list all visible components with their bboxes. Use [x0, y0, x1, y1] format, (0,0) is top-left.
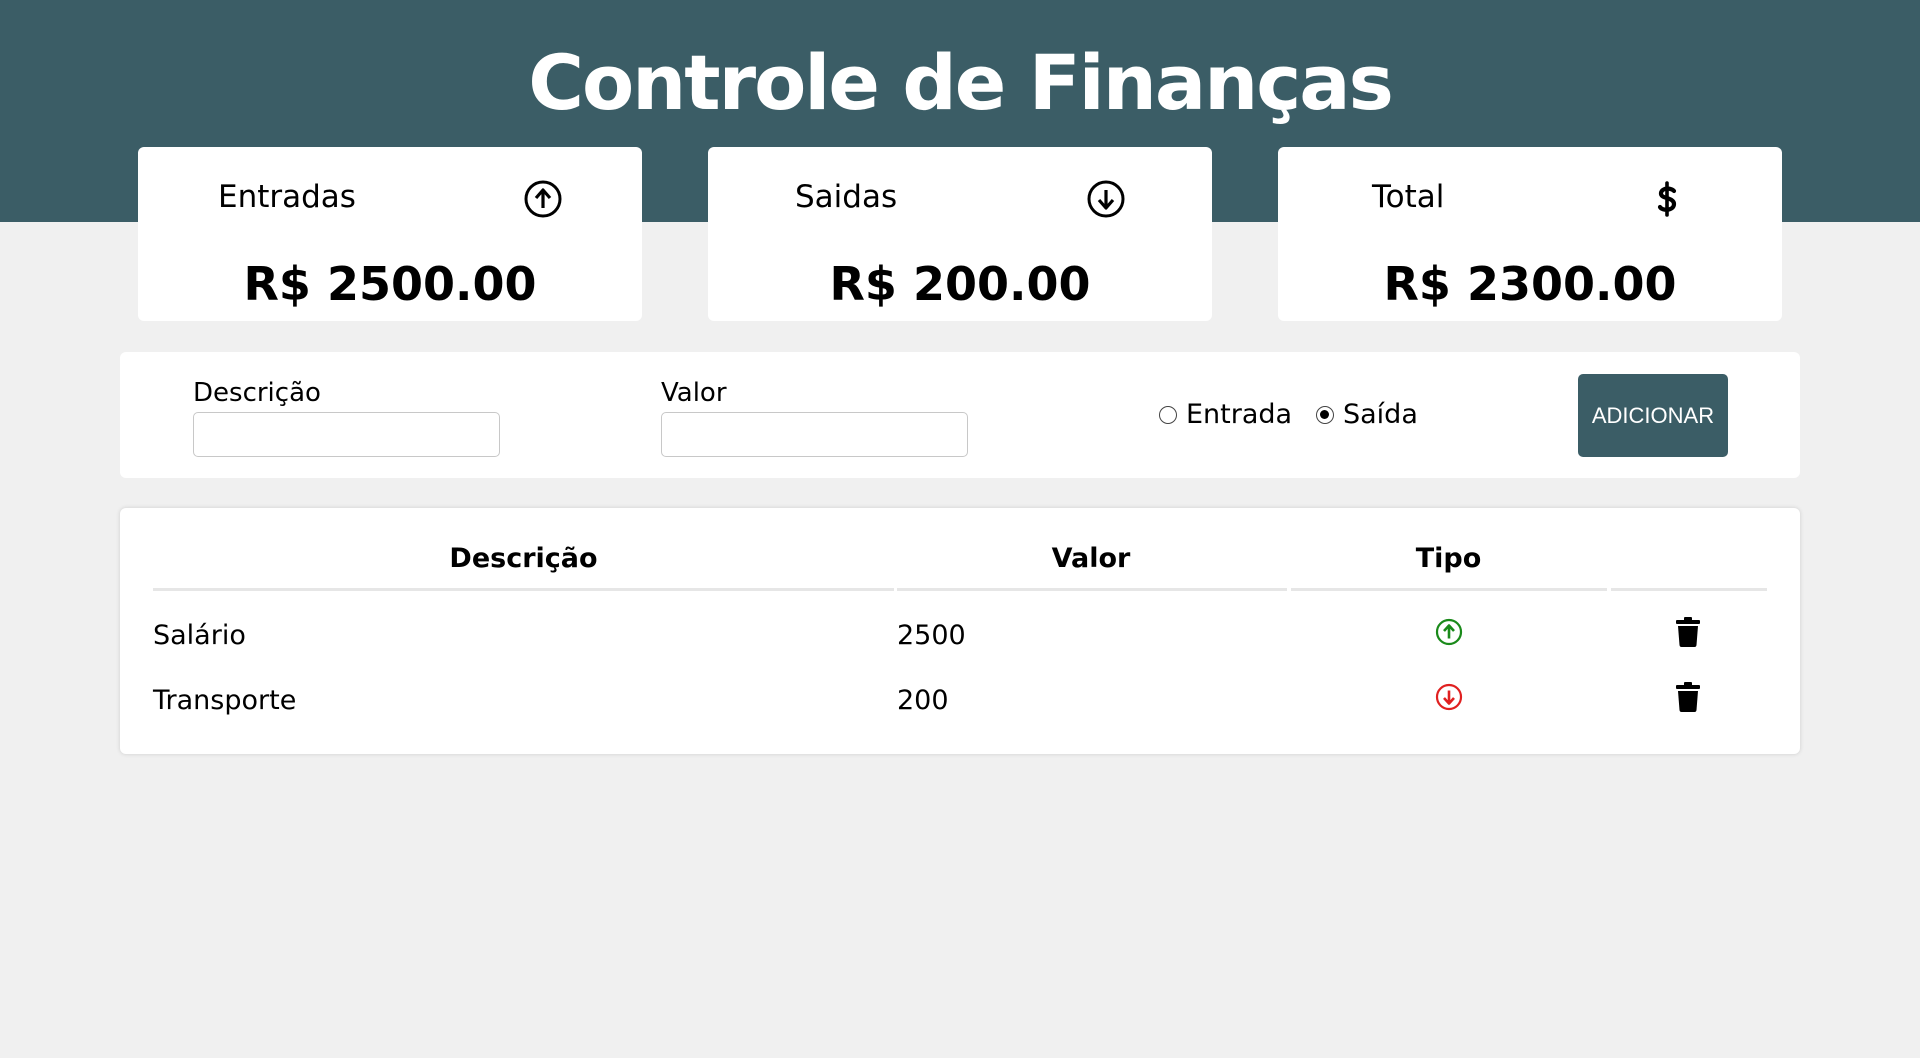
radio-saida[interactable]: Saída	[1316, 399, 1418, 430]
radio-entrada[interactable]: Entrada	[1159, 399, 1292, 430]
page-title: Controle de Finanças	[528, 38, 1394, 127]
trash-icon[interactable]	[1675, 682, 1701, 712]
card-amount: R$ 2500.00	[243, 257, 537, 311]
row-description: Transporte	[153, 685, 297, 716]
column-header-description: Descrição	[449, 543, 598, 574]
row-description: Salário	[153, 620, 246, 651]
summary-card-entradas: Entradas R$ 2500.00	[138, 147, 642, 321]
header-divider	[1611, 588, 1767, 591]
radio-entrada-label: Entrada	[1186, 399, 1293, 430]
arrow-down-circle-icon	[1435, 683, 1463, 711]
header-divider	[897, 588, 1287, 591]
radio-entrada-circle[interactable]	[1159, 405, 1177, 424]
card-label: Saidas	[795, 179, 898, 215]
column-header-value: Valor	[1051, 543, 1131, 574]
description-input[interactable]	[193, 412, 500, 457]
transactions-table: Descrição Valor Tipo Salário 2500 Transp…	[120, 508, 1800, 754]
transaction-form: Descrição Valor Entrada Saída ADICIONAR	[120, 352, 1800, 478]
summary-card-total: Total R$ 2300.00	[1278, 147, 1782, 321]
card-amount: R$ 2300.00	[1383, 257, 1677, 311]
arrow-up-circle-icon	[1435, 618, 1463, 646]
value-input[interactable]	[661, 412, 968, 457]
dollar-icon	[1657, 181, 1677, 217]
value-label: Valor	[661, 378, 727, 408]
trash-icon[interactable]	[1675, 617, 1701, 647]
column-header-type: Tipo	[1415, 543, 1482, 574]
row-value: 2500	[897, 620, 966, 651]
header-divider	[1291, 588, 1607, 591]
arrow-up-circle-icon	[524, 180, 562, 218]
description-label: Descrição	[193, 378, 321, 408]
header-divider	[153, 588, 894, 591]
radio-saida-label: Saída	[1343, 399, 1418, 430]
card-amount: R$ 200.00	[829, 257, 1091, 311]
add-button[interactable]: ADICIONAR	[1578, 374, 1728, 457]
row-value: 200	[897, 685, 949, 716]
summary-card-saidas: Saidas R$ 200.00	[708, 147, 1212, 321]
card-label: Total	[1372, 179, 1445, 215]
radio-saida-circle[interactable]	[1316, 405, 1334, 424]
arrow-down-circle-icon	[1087, 180, 1125, 218]
card-label: Entradas	[218, 179, 356, 215]
